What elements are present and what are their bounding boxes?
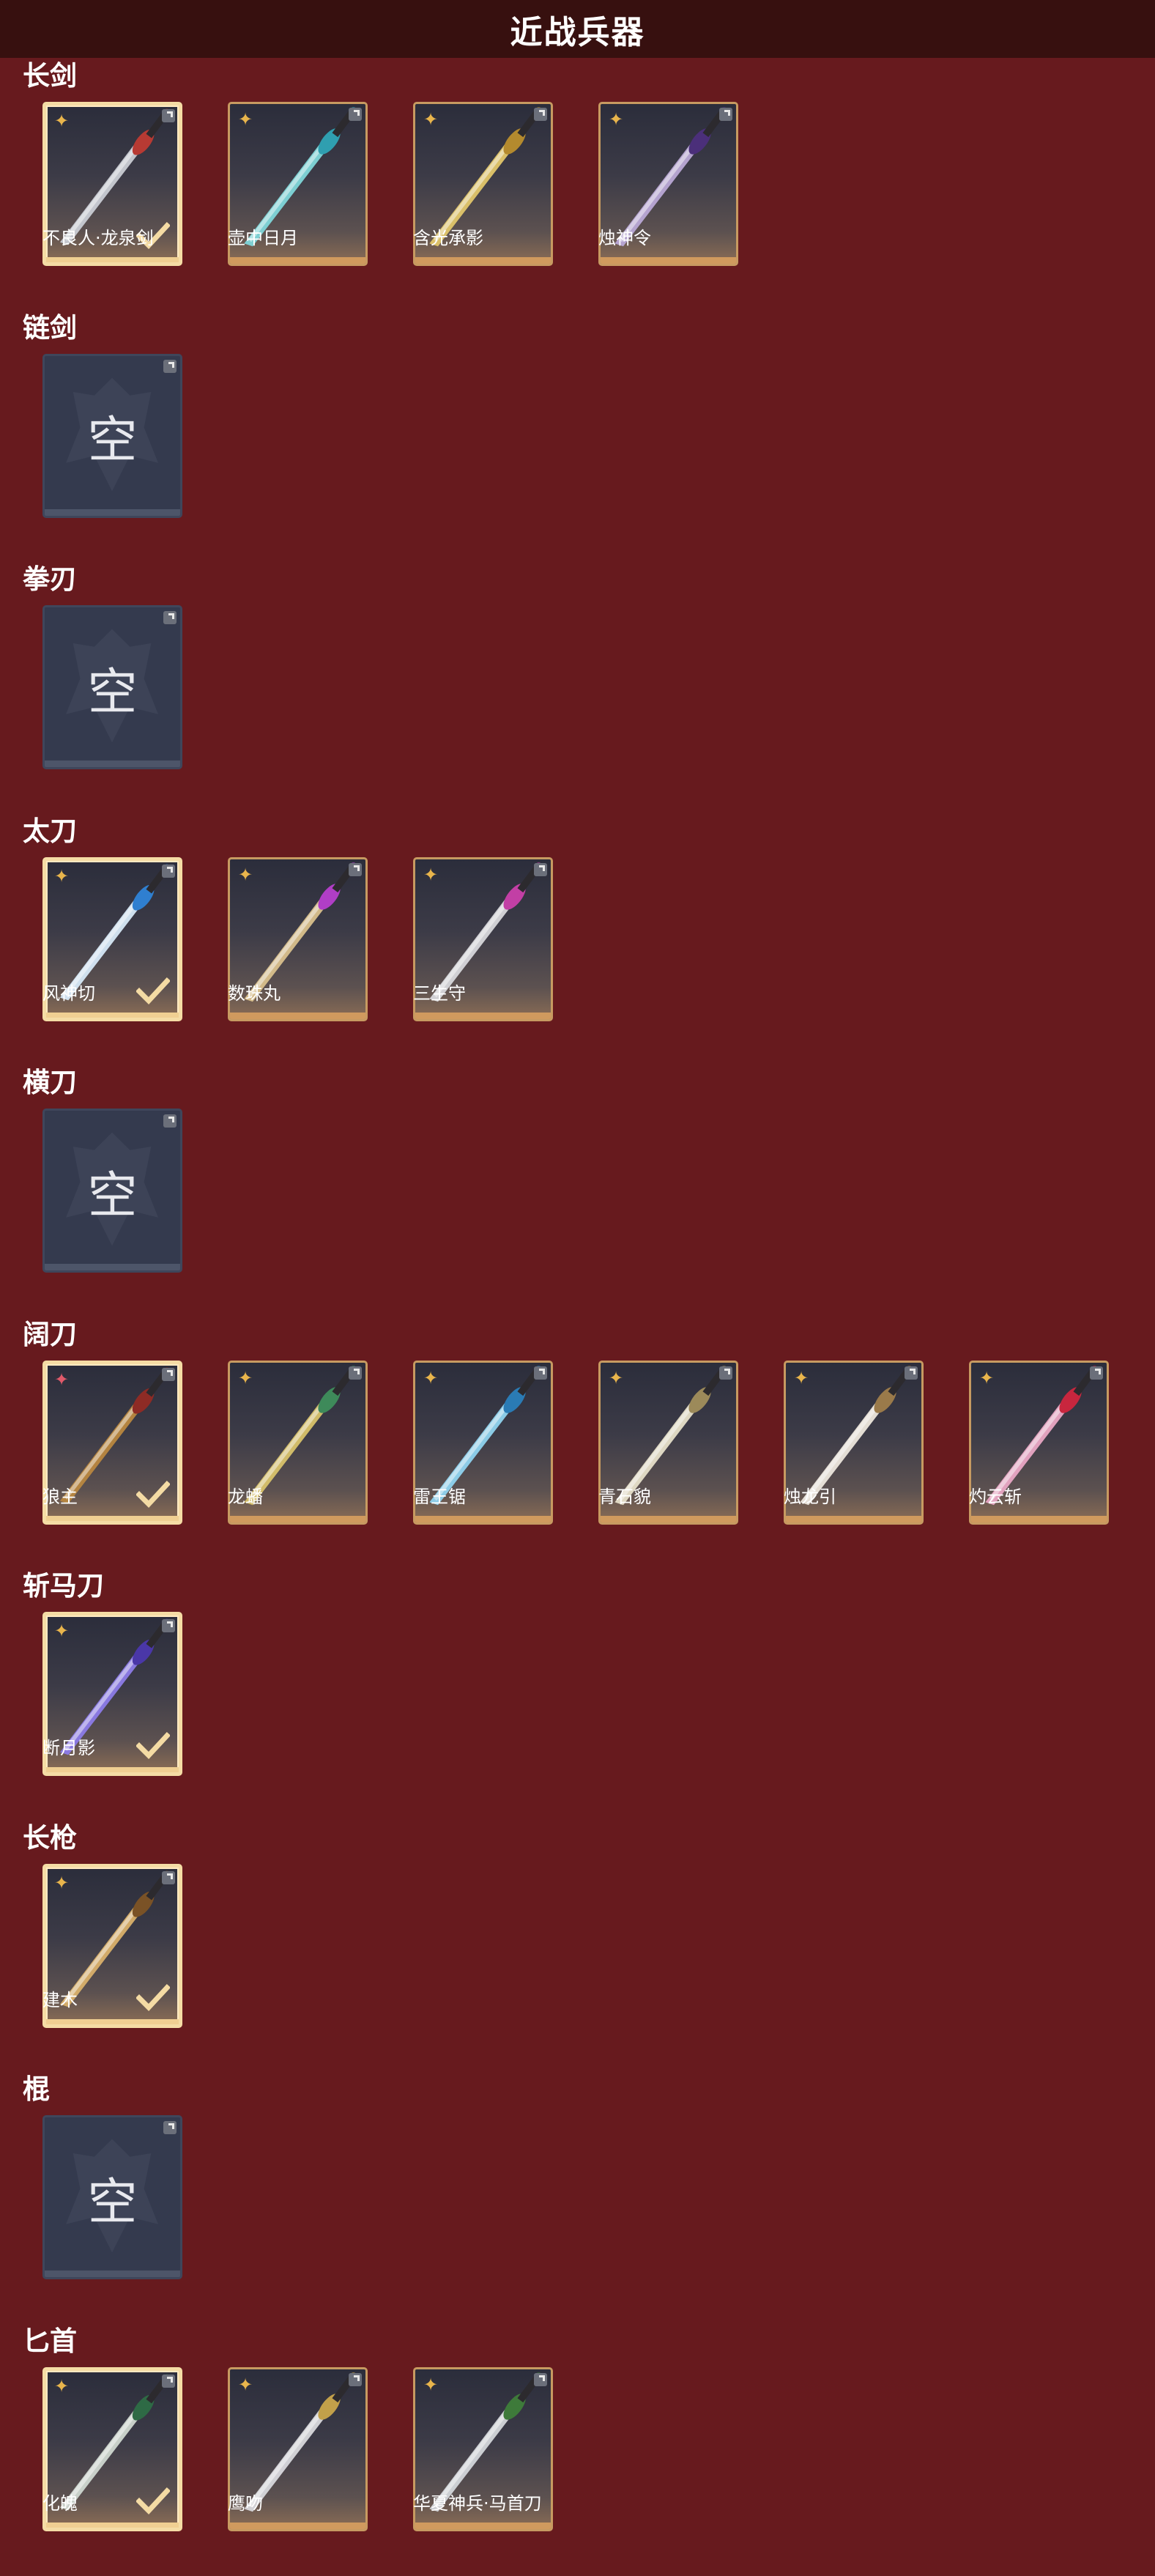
empty-weapon-slot[interactable]: 空 [42,1109,182,1273]
weapon-name: 鹰吻 [228,2492,263,2514]
expand-corner-icon [349,862,362,876]
weapon-name: 不良人·龙泉剑 [42,228,154,248]
weapon-name: 烛龙引 [784,1486,836,1507]
page-header: 近战兵器 [0,0,1155,58]
weapon-name: 数珠丸 [228,982,281,1004]
expand-corner-icon [162,1367,175,1381]
empty-weapon-slot[interactable]: 空 [42,353,182,518]
expand-corner-icon [163,1114,177,1128]
equipped-check-icon [136,977,170,1004]
gold-rarity-star-icon: ✦ [237,1367,253,1388]
gold-rarity-star-icon: ✦ [423,109,439,130]
weapon-name: 雷王锯 [413,1486,466,1507]
equipped-check-icon [136,1732,170,1760]
category-label: 太刀 [23,815,77,847]
category-label: 长剑 [23,60,77,92]
weapon-name: 壶中日月 [228,228,298,248]
page-title: 近战兵器 [510,13,645,51]
empty-slot-label: 空 [87,2173,138,2232]
expand-corner-icon [163,611,177,624]
gold-rarity-star-icon: ✦ [237,109,253,130]
category-label: 棍 [23,2073,50,2105]
gold-rarity-star-icon: ✦ [53,111,70,131]
expand-corner-icon [1090,1366,1103,1380]
gold-rarity-star-icon: ✦ [423,2374,439,2395]
equipped-check-icon [136,1983,170,2011]
empty-weapon-slot[interactable]: 空 [42,605,182,769]
weapon-name: 狼主 [42,1486,78,1507]
weapon-name: 含光承影 [413,228,483,248]
expand-corner-icon [162,2374,175,2388]
expand-corner-icon [719,1366,732,1380]
gold-rarity-star-icon: ✦ [793,1367,809,1388]
empty-slot-label: 空 [87,1166,138,1225]
gold-rarity-star-icon: ✦ [608,1367,624,1388]
weapon-name: 灼云斩 [969,1486,1022,1507]
category-label: 横刀 [23,1067,77,1098]
gold-rarity-star-icon: ✦ [423,1367,439,1388]
expand-corner-icon [534,862,547,876]
gold-rarity-star-icon: ✦ [608,109,624,130]
expand-corner-icon [534,2372,547,2386]
expand-corner-icon [349,1366,362,1380]
gold-rarity-star-icon: ✦ [53,1872,70,1893]
category-label: 阔刀 [23,1318,77,1350]
expand-corner-icon [163,2121,177,2134]
weapon-name: 断月影 [42,1738,95,1758]
expand-corner-icon [905,1366,918,1380]
expand-corner-icon [349,2372,362,2386]
equipped-check-icon [136,1480,170,1508]
gold-rarity-star-icon: ✦ [423,864,439,885]
expand-corner-icon [162,1619,175,1632]
weapon-name: 化魄 [42,2492,78,2514]
weapon-name: 三生守 [413,982,466,1004]
gold-rarity-star-icon: ✦ [237,2374,253,2395]
expand-corner-icon [534,108,547,121]
weapon-name: 华夏神兵·马首刀 [413,2492,542,2514]
empty-weapon-slot[interactable]: 空 [42,2115,182,2279]
red-rarity-star-icon: ✦ [53,1369,70,1390]
gold-rarity-star-icon: ✦ [53,1621,70,1641]
weapon-name: 龙蟠 [228,1486,263,1507]
category-label: 链剑 [23,311,77,344]
gold-rarity-star-icon: ✦ [53,2375,70,2397]
category-label: 匕首 [23,2325,77,2357]
weapon-name: 青石貌 [598,1486,651,1507]
expand-corner-icon [719,108,732,121]
category-label: 拳刃 [23,563,77,595]
gold-rarity-star-icon: ✦ [237,864,253,885]
expand-corner-icon [162,1870,175,1884]
expand-corner-icon [349,108,362,121]
gold-rarity-star-icon: ✦ [978,1367,995,1388]
expand-corner-icon [534,1366,547,1380]
weapon-name: 风神切 [42,982,95,1004]
category-label: 斩马刀 [23,1570,104,1602]
expand-corner-icon [162,109,175,122]
expand-corner-icon [163,359,177,373]
empty-slot-label: 空 [87,663,138,722]
empty-slot-label: 空 [87,412,138,470]
category-label: 长枪 [23,1821,77,1854]
equipped-check-icon [136,2487,170,2514]
weapon-name: 建木 [42,1989,78,2010]
gold-rarity-star-icon: ✦ [53,865,70,887]
expand-corner-icon [162,864,175,878]
weapon-name: 烛神令 [598,228,651,248]
